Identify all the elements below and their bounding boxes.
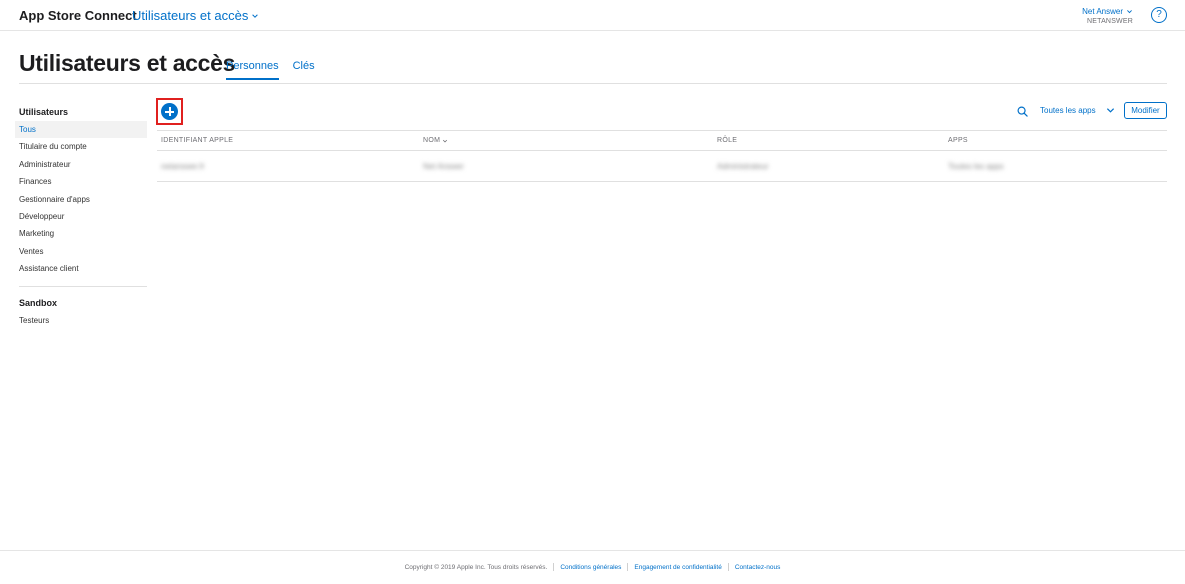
table-header: IDENTIFIANT APPLE NOM RÔLE APPS	[157, 130, 1167, 151]
sidebar-item-developpeur[interactable]: Développeur	[15, 208, 147, 225]
users-table: IDENTIFIANT APPLE NOM RÔLE APPS netanswe…	[157, 130, 1167, 182]
page-tabs: Personnes Clés	[226, 60, 315, 80]
section-menu-label: Utilisateurs et accès	[132, 8, 249, 23]
column-header-role[interactable]: RÔLE	[717, 137, 737, 144]
footer-link-conditions[interactable]: Conditions générales	[554, 564, 627, 571]
chevron-down-icon	[1127, 10, 1132, 14]
sidebar-divider	[19, 285, 147, 287]
modify-button[interactable]: Modifier	[1124, 102, 1167, 119]
add-user-button[interactable]	[161, 103, 178, 120]
apps-filter-label: Toutes les apps	[1040, 106, 1096, 115]
footer-divider	[0, 550, 1185, 551]
help-icon[interactable]: ?	[1151, 7, 1167, 23]
sidebar-item-titulaire[interactable]: Titulaire du compte	[15, 138, 147, 155]
account-name: Net Answer	[1082, 7, 1123, 16]
sidebar: Utilisateurs Tous Titulaire du compte Ad…	[15, 104, 147, 329]
sidebar-heading-sandbox: Sandbox	[19, 297, 58, 308]
sidebar-item-administrateur[interactable]: Administrateur	[15, 156, 147, 173]
column-header-nom-label: NOM	[423, 137, 441, 144]
sidebar-item-marketing[interactable]: Marketing	[15, 225, 147, 242]
account-menu[interactable]: Net Answer NETANSWER	[1082, 7, 1133, 26]
cell-apple-id: netanswer.fr	[161, 162, 205, 171]
footer-link-contact[interactable]: Contactez-nous	[729, 564, 787, 571]
sidebar-heading-users: Utilisateurs	[19, 107, 69, 117]
section-menu[interactable]: Utilisateurs et accès	[132, 8, 259, 23]
table-row[interactable]: netanswer.fr Net Answer Administrateur T…	[157, 151, 1167, 182]
chevron-down-icon	[252, 13, 259, 18]
sort-chevron-down-icon	[443, 139, 448, 142]
column-header-nom[interactable]: NOM	[423, 137, 448, 144]
account-org: NETANSWER	[1086, 18, 1133, 25]
apps-filter-select[interactable]: Toutes les apps	[1040, 106, 1115, 115]
footer-copyright: Copyright © 2019 Apple Inc. Tous droits …	[404, 563, 548, 571]
sidebar-item-finances[interactable]: Finances	[15, 173, 147, 190]
tab-cles[interactable]: Clés	[293, 60, 315, 80]
sidebar-item-ventes[interactable]: Ventes	[15, 243, 147, 260]
search-icon[interactable]	[1017, 106, 1028, 117]
sidebar-item-assistance[interactable]: Assistance client	[15, 260, 147, 277]
top-bar: App Store Connect Utilisateurs et accès …	[0, 0, 1185, 31]
column-header-apple-id[interactable]: IDENTIFIANT APPLE	[161, 137, 233, 144]
footer-link-privacy[interactable]: Engagement de confidentialité	[628, 564, 727, 571]
cell-apps: Toutes les apps	[948, 162, 1004, 171]
sidebar-item-tous[interactable]: Tous	[15, 121, 147, 139]
sidebar-item-gestionnaire[interactable]: Gestionnaire d'apps	[15, 191, 147, 208]
cell-nom: Net Answer	[423, 162, 464, 171]
column-header-apps[interactable]: APPS	[948, 137, 968, 144]
header-divider	[19, 83, 1167, 84]
footer: Copyright © 2019 Apple Inc. Tous droits …	[0, 563, 1185, 571]
app-brand[interactable]: App Store Connect	[19, 8, 137, 23]
cell-role: Administrateur	[717, 162, 769, 171]
tab-personnes[interactable]: Personnes	[226, 60, 279, 80]
sidebar-item-testeurs[interactable]: Testeurs	[15, 312, 147, 329]
chevron-down-icon	[1106, 108, 1114, 113]
page-title: Utilisateurs et accès	[19, 50, 236, 76]
